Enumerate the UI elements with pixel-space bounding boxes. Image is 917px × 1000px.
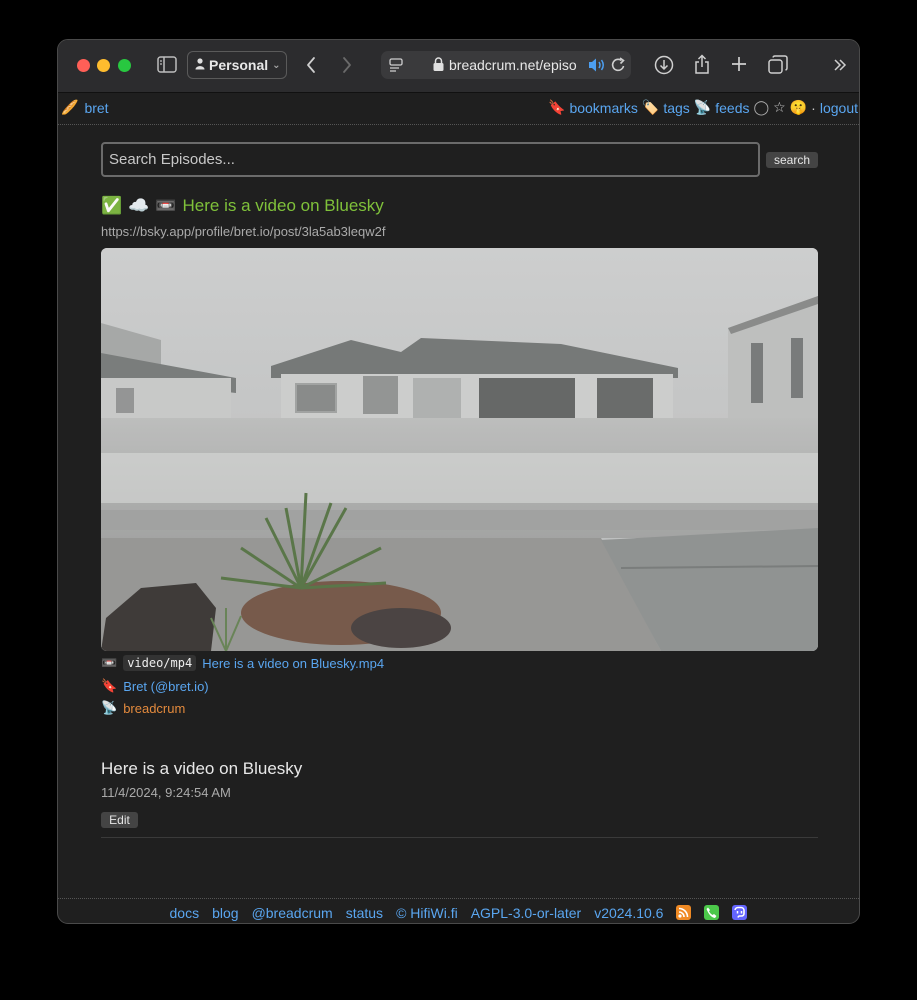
episode-headline: Here is a video on Bluesky (101, 759, 303, 778)
author-link[interactable]: Bret (@bret.io) (123, 679, 208, 694)
site-footer: docs blog @breadcrum status © HifiWi.fi … (58, 898, 859, 923)
phone-icon[interactable] (704, 905, 720, 920)
footer-license-link[interactable]: AGPL-3.0-or-later (471, 905, 581, 921)
logout-link[interactable]: logout (820, 100, 858, 116)
bread-icon: 🥖 (61, 99, 79, 115)
speaker-icon[interactable] (588, 57, 606, 76)
user-link[interactable]: bret (84, 100, 108, 116)
footer-blog-link[interactable]: blog (212, 905, 238, 921)
videotape-icon: 📼 (155, 196, 177, 215)
page-menu-icon[interactable] (389, 57, 405, 76)
person-icon (195, 57, 205, 73)
search-button[interactable]: search (766, 152, 818, 168)
shushing-face-icon[interactable]: 🤫 (790, 99, 807, 116)
satellite-icon: 📡 (101, 700, 118, 715)
search-form: search (101, 142, 818, 178)
tab-overview-icon[interactable] (768, 55, 788, 79)
footer-copyright-link[interactable]: © HifiWi.fi (396, 905, 458, 921)
back-icon[interactable] (305, 56, 317, 79)
tag-icon: 🏷️ (641, 99, 660, 115)
videotape-icon: 📼 (101, 655, 118, 670)
chevron-double-right-icon[interactable] (833, 58, 847, 77)
tags-link[interactable]: tags (663, 100, 689, 116)
media-row: 📼 video/mp4 Here is a video on Bluesky.m… (101, 655, 384, 671)
mastodon-icon[interactable] (732, 905, 748, 920)
feeds-link[interactable]: feeds (715, 100, 749, 116)
episode-title-row: ✅ ☁️ 📼 Here is a video on Bluesky (101, 196, 384, 216)
address-bar[interactable]: breadcrum.net/episo (381, 51, 631, 79)
circle-icon[interactable]: ◯ (754, 99, 770, 116)
cloud-icon: ☁️ (128, 196, 150, 215)
footer-status-link[interactable]: status (346, 905, 383, 921)
browser-window: Personal ⌄ breadcrum.net/episo 🥖 bret 🔖 … (57, 39, 860, 924)
bookmark-icon: 🔖 (101, 678, 118, 693)
bookmarks-link[interactable]: bookmarks (569, 100, 637, 116)
share-icon[interactable] (694, 54, 710, 80)
sidebar-toggle-icon[interactable] (157, 56, 177, 78)
forward-icon[interactable] (341, 56, 353, 79)
search-input[interactable] (101, 142, 760, 177)
feed-link[interactable]: breadcrum (123, 701, 185, 716)
star-icon[interactable]: ☆ (773, 99, 786, 116)
profile-label: Personal (209, 57, 269, 73)
close-window-button[interactable] (77, 59, 90, 72)
episode-date: 11/4/2024, 9:24:54 AM (101, 785, 231, 800)
episode-source-url: https://bsky.app/profile/bret.io/post/3l… (101, 224, 386, 239)
rss-icon[interactable] (676, 905, 692, 920)
episode-title-link[interactable]: Here is a video on Bluesky (183, 196, 384, 216)
chevron-down-icon: ⌄ (272, 59, 281, 71)
lock-icon (433, 57, 444, 75)
minimize-window-button[interactable] (97, 59, 110, 72)
mime-type: video/mp4 (123, 655, 197, 671)
zoom-window-button[interactable] (118, 59, 131, 72)
new-tab-icon[interactable] (731, 56, 747, 77)
nav-separator: · (811, 99, 816, 116)
site-nav: 🥖 bret 🔖 bookmarks 🏷️ tags 📡 feeds ◯ ☆ 🤫… (58, 92, 859, 125)
author-row: 🔖 Bret (@bret.io) (101, 678, 209, 694)
footer-docs-link[interactable]: docs (170, 905, 200, 921)
download-icon[interactable] (654, 55, 674, 80)
address-url: breadcrum.net/episo (449, 57, 577, 73)
video-player[interactable] (101, 248, 818, 651)
main-content: search ✅ ☁️ 📼 Here is a video on Bluesky… (101, 142, 818, 838)
bookmark-icon: 🔖 (548, 99, 566, 115)
media-file-link[interactable]: Here is a video on Bluesky.mp4 (202, 656, 384, 671)
feed-row: 📡 breadcrum (101, 700, 185, 716)
footer-version-link[interactable]: v2024.10.6 (594, 905, 663, 921)
reload-icon[interactable] (611, 57, 626, 76)
profile-selector[interactable]: Personal ⌄ (187, 51, 287, 79)
video-frame (101, 248, 818, 651)
footer-breadcrum-link[interactable]: @breadcrum (252, 905, 333, 921)
browser-titlebar: Personal ⌄ breadcrum.net/episo (58, 40, 859, 93)
check-mark-icon: ✅ (101, 196, 123, 215)
divider (101, 837, 818, 838)
edit-button[interactable]: Edit (101, 812, 138, 828)
satellite-icon: 📡 (693, 99, 712, 115)
